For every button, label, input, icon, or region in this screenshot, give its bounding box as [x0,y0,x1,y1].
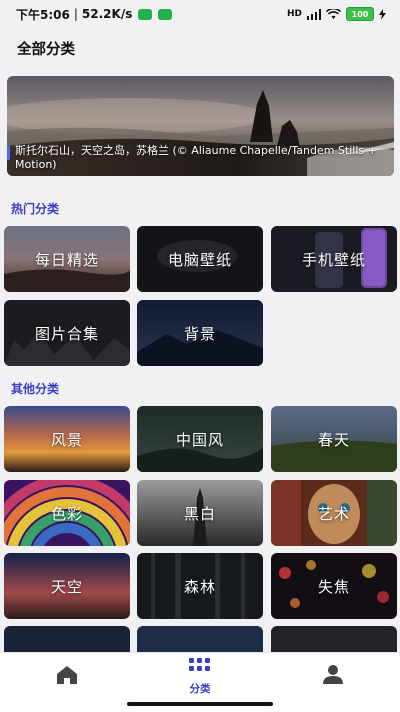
nav-category-label: 分类 [189,683,211,695]
page-title: 全部分类 [17,42,75,58]
category-spring[interactable]: 春天 [271,406,397,472]
notification-app-icon [158,8,173,20]
nav-category[interactable]: 分类 [160,653,240,703]
category-label: 图片合集 [34,324,99,343]
category-image [271,626,397,654]
category-scenery[interactable]: 风景 [4,406,130,472]
category-desktop-wallpaper[interactable]: 电脑壁纸 [137,226,263,292]
wechat-icon [138,8,153,20]
category-image [137,626,263,654]
category-label: 每日精选 [34,250,99,269]
category-background[interactable]: 背景 [137,300,263,366]
category-bokeh[interactable]: 失焦 [271,553,397,619]
status-left: 下午5:06 | 52.2K/s [16,6,173,23]
battery-icon: 100 [346,7,374,21]
home-indicator [127,702,273,706]
home-icon [57,666,77,684]
category-label: 背景 [183,324,216,343]
banner-caption: 斯托尔石山，天空之岛，苏格兰 (© Aliaume Chapelle/Tande… [15,144,377,171]
category-image-collection[interactable]: 图片合集 [4,300,130,366]
status-bar: 下午5:06 | 52.2K/s HD 100 [0,0,400,28]
category-art[interactable]: 艺术 [271,480,397,546]
category-chinese-style[interactable]: 中国风 [137,406,263,472]
category-tile-partial[interactable] [271,626,397,654]
section-other-label: 其他分类 [11,382,60,396]
category-tile-partial[interactable] [137,626,263,654]
banner-accent-bar [7,146,10,160]
category-label: 艺术 [317,504,350,523]
category-tile-partial[interactable] [4,626,130,654]
category-label: 天空 [50,577,83,596]
status-time: 下午5:06 [16,7,70,22]
category-label: 黑白 [183,504,216,523]
category-colors[interactable]: 色彩 [4,480,130,546]
section-hot-label: 热门分类 [11,202,60,216]
category-label: 春天 [317,430,350,449]
category-label: 风景 [50,430,83,449]
nav-profile[interactable] [293,653,373,703]
wifi-icon [326,8,341,19]
category-label: 森林 [183,577,216,596]
category-black-white[interactable]: 黑白 [137,480,263,546]
category-forest[interactable]: 森林 [137,553,263,619]
category-label: 电脑壁纸 [167,250,232,269]
signal-icon [307,8,321,20]
hd-signal-label: HD [286,9,302,19]
user-icon [323,665,343,684]
category-grid-icon [189,658,210,671]
featured-banner[interactable]: 斯托尔石山，天空之岛，苏格兰 (© Aliaume Chapelle/Tande… [7,76,394,176]
category-label: 手机壁纸 [301,250,366,269]
category-label: 中国风 [175,430,224,449]
category-phone-wallpaper[interactable]: 手机壁纸 [271,226,397,292]
status-right: HD 100 [287,7,386,21]
category-label: 色彩 [50,504,83,523]
status-net-speed: 52.2K/s [81,7,133,21]
category-image [4,626,130,654]
category-daily-picks[interactable]: 每日精选 [4,226,130,292]
category-sky[interactable]: 天空 [4,553,130,619]
category-label: 失焦 [317,577,350,596]
nav-home[interactable] [27,653,107,703]
charging-icon [379,8,386,20]
